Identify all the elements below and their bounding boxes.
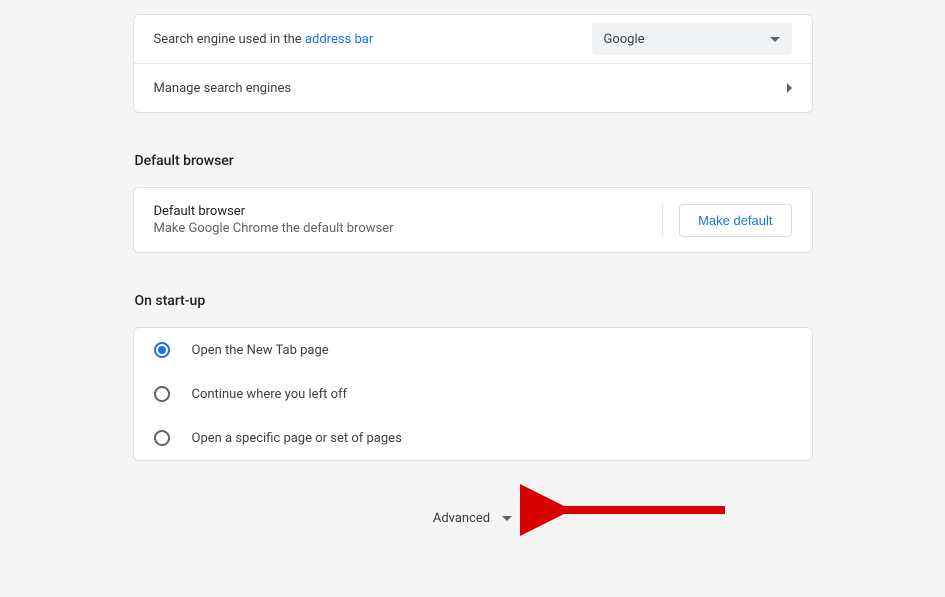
startup-option-label: Open the New Tab page xyxy=(192,343,329,358)
search-engine-row: Search engine used in the address bar Go… xyxy=(134,15,812,63)
radio-icon[interactable] xyxy=(154,342,170,358)
startup-option-label: Continue where you left off xyxy=(192,387,348,402)
chevron-right-icon xyxy=(787,83,792,93)
search-engine-selected: Google xyxy=(604,32,645,47)
startup-option-specific-page[interactable]: Open a specific page or set of pages xyxy=(134,416,812,460)
radio-icon[interactable] xyxy=(154,386,170,402)
vertical-divider xyxy=(662,202,663,238)
startup-option-label: Open a specific page or set of pages xyxy=(192,431,402,446)
caret-down-icon xyxy=(502,516,512,521)
search-engine-select[interactable]: Google xyxy=(592,23,792,55)
advanced-label: Advanced xyxy=(433,511,490,526)
startup-section-title: On start-up xyxy=(135,293,813,309)
default-browser-card: Default browser Make Google Chrome the d… xyxy=(133,187,813,253)
default-browser-row: Default browser Make Google Chrome the d… xyxy=(134,188,812,252)
manage-search-engines-row[interactable]: Manage search engines xyxy=(134,64,812,112)
default-browser-title: Default browser xyxy=(154,204,394,219)
search-engine-label: Search engine used in the address bar xyxy=(154,32,374,47)
default-browser-text: Default browser Make Google Chrome the d… xyxy=(154,204,394,236)
manage-search-engines-label: Manage search engines xyxy=(154,81,292,96)
startup-card: Open the New Tab page Continue where you… xyxy=(133,327,813,461)
search-engine-label-text: Search engine used in the xyxy=(154,32,305,47)
make-default-button[interactable]: Make default xyxy=(679,204,791,237)
radio-icon[interactable] xyxy=(154,430,170,446)
address-bar-link[interactable]: address bar xyxy=(305,32,373,47)
default-browser-section-title: Default browser xyxy=(135,153,813,169)
advanced-toggle[interactable]: Advanced xyxy=(133,511,813,526)
default-browser-desc: Make Google Chrome the default browser xyxy=(154,221,394,236)
caret-down-icon xyxy=(770,37,780,42)
startup-option-continue[interactable]: Continue where you left off xyxy=(134,372,812,416)
search-engine-card: Search engine used in the address bar Go… xyxy=(133,14,813,113)
startup-option-new-tab[interactable]: Open the New Tab page xyxy=(134,328,812,372)
